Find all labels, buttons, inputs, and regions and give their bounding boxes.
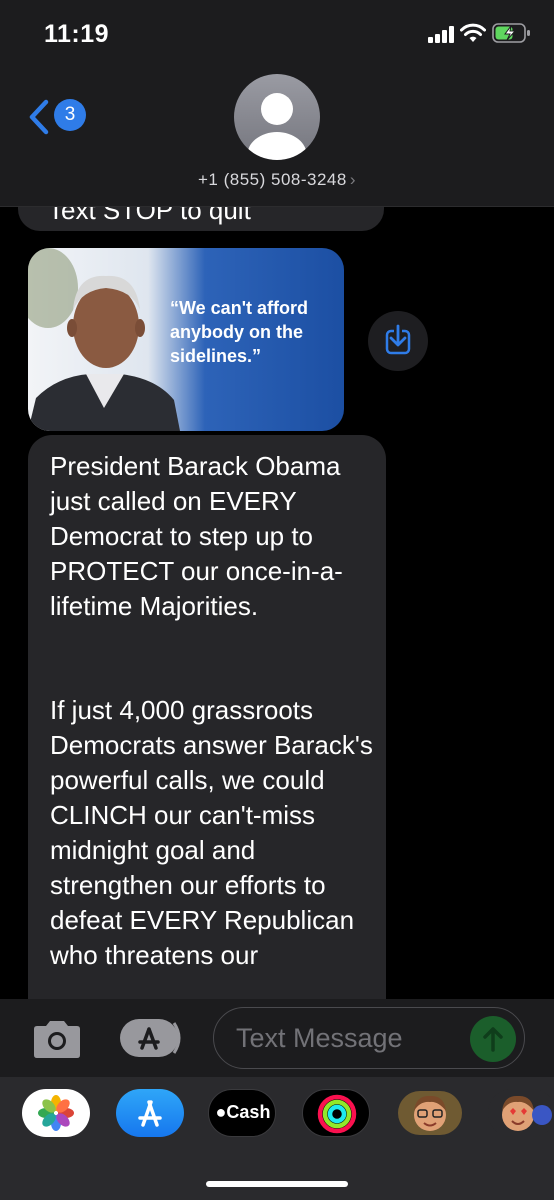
apple-cash-icon[interactable]: ●Cash (208, 1089, 276, 1137)
app-store-icon (120, 1019, 181, 1057)
fitness-icon[interactable] (302, 1089, 370, 1137)
memoji-icon[interactable] (396, 1089, 464, 1137)
contact-avatar[interactable] (234, 74, 320, 160)
back-button[interactable]: 3 (26, 96, 96, 136)
memoji-face (398, 1091, 462, 1135)
photos-petals (38, 1095, 74, 1131)
conversation-header: 3 +1 (855) 508-3248 › (0, 62, 554, 207)
contact-name[interactable]: +1 (855) 508-3248 › (0, 170, 554, 190)
memoji-stickers-icon[interactable] (488, 1089, 554, 1137)
status-time: 11:19 (44, 20, 110, 48)
message-partial-text: Text STOP to quit (48, 207, 251, 225)
wifi-icon (460, 23, 486, 42)
download-icon (385, 324, 411, 355)
contact-number: +1 (855) 508-3248 (197, 170, 347, 189)
battery-charging-icon (492, 23, 530, 43)
send-button[interactable] (470, 1016, 516, 1062)
message-list[interactable]: Text STOP to quit “We can't afford anybo… (0, 207, 554, 999)
photos-icon[interactable] (22, 1089, 90, 1137)
save-image-button[interactable] (368, 311, 428, 371)
compose-bar (0, 999, 554, 1077)
app-store-icon[interactable] (116, 1089, 184, 1137)
memoji-sticker-face (502, 1095, 552, 1131)
activity-rings (317, 1094, 357, 1134)
app-store-button[interactable] (118, 1017, 186, 1059)
image-quote: “We can't afford anybody on the sideline… (170, 298, 308, 366)
app-store-glyph (138, 1100, 162, 1127)
chevron-left-icon (29, 99, 49, 135)
image-message[interactable]: “We can't afford anybody on the sideline… (28, 248, 344, 431)
home-indicator[interactable] (206, 1181, 348, 1187)
arrow-up-icon (483, 1027, 503, 1052)
message-paragraph: President Barack Obama just called on EV… (50, 451, 343, 621)
camera-icon[interactable] (30, 1019, 84, 1059)
chevron-right-icon: › (349, 170, 357, 189)
apple-logo-icon: ● (215, 1102, 227, 1122)
person-icon (247, 93, 307, 160)
unread-count-badge: 3 (54, 99, 86, 131)
cellular-signal-icon (428, 25, 458, 43)
message-paragraph: If just 4,000 grassroots Democrats answe… (50, 695, 373, 970)
message-input[interactable] (236, 1022, 456, 1054)
message-bubble[interactable]: President Barack Obama just called on EV… (28, 435, 386, 999)
cash-label: ●Cash (209, 1102, 275, 1123)
status-bar: 11:19 (0, 0, 554, 62)
message-field[interactable] (213, 1007, 525, 1069)
cash-text: Cash (226, 1102, 271, 1122)
